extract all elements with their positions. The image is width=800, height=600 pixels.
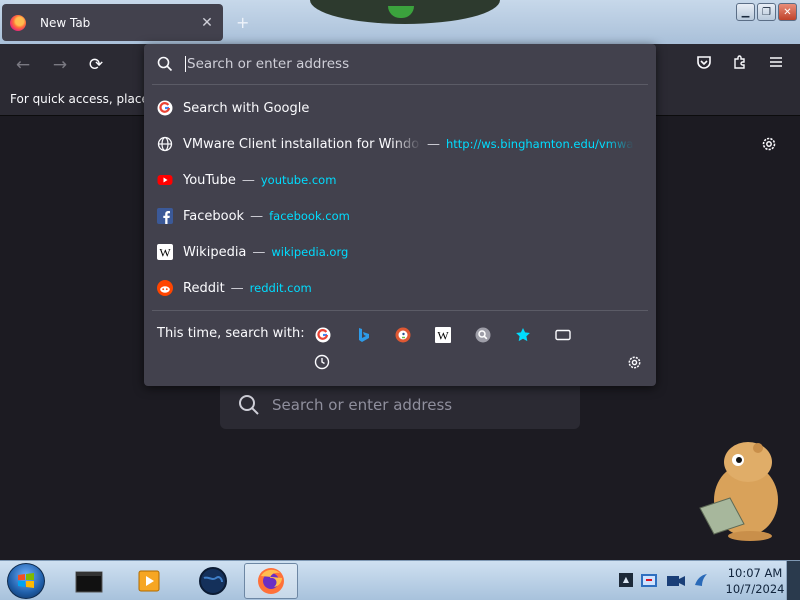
wikipedia-icon: W [157,244,173,260]
result-title: Search with Google [183,100,310,116]
windows-logo-icon [18,573,34,588]
svg-text:W: W [159,246,171,260]
content-search-placeholder: Search or enter address [272,395,453,414]
firefox-icon [258,568,284,594]
wallpaper-decoration [310,0,500,24]
taskbar-app-terminal[interactable] [62,563,116,599]
result-title: Wikipedia [183,244,247,260]
extensions-button[interactable] [729,54,751,76]
back-button[interactable]: ← [12,54,34,76]
result-title: YouTube [183,172,236,188]
new-tab-button[interactable]: + [236,13,249,32]
result-search-google[interactable]: Search with Google [144,90,656,126]
search-engine-icon[interactable] [474,326,492,344]
clock-time: 10:07 AM [727,566,783,580]
taskbar-empty-area [300,563,616,599]
wikipedia-icon[interactable]: W [434,326,452,344]
result-dash: — [252,244,266,260]
close-tab-icon[interactable]: ✕ [199,15,215,31]
network-icon[interactable] [640,571,658,591]
text-caret [185,56,186,72]
close-window-button[interactable]: ✕ [778,3,797,21]
taskbar-app-firefox[interactable] [244,563,298,599]
restore-button[interactable]: ❐ [757,3,776,21]
pocket-button[interactable] [693,54,715,76]
menu-button[interactable] [765,54,787,76]
tab-new-tab[interactable]: New Tab ✕ [2,4,223,41]
result-dash: — [250,208,264,224]
content-search-box[interactable]: Search or enter address [220,380,580,429]
tab-title: New Tab [40,15,91,30]
window-controls: ▁ ❐ ✕ [736,3,797,21]
system-tray: ▲ 10:07 AM 10/7/2024 [616,561,800,600]
result-vmware[interactable]: VMware Client installation for Windows —… [144,126,656,162]
bing-icon[interactable] [354,326,372,344]
divider [152,310,648,311]
bookmarks-hint: For quick access, place your bookmarks h… [10,92,146,106]
result-url: facebook.com [269,209,350,223]
show-desktop-button[interactable] [786,561,800,600]
reddit-icon [157,280,173,296]
google-icon [157,100,173,116]
history-icon[interactable] [314,354,330,370]
result-url: wikipedia.org [271,245,349,259]
result-wikipedia[interactable]: W Wikipedia — wikipedia.org [144,234,656,270]
globe-icon [157,136,173,152]
result-dash: — [427,136,440,152]
one-off-engines: W [144,326,656,344]
result-dash: — [230,280,244,296]
hamburger-menu-icon [770,57,782,67]
google-icon[interactable] [314,326,332,344]
decoration-shape [388,6,414,18]
youtube-icon [157,172,173,188]
result-url: http://ws.binghamton.edu/vmware [446,137,634,151]
address-bar-placeholder: Search or enter address [187,56,350,72]
terminal-icon [75,571,103,593]
facebook-icon [157,208,173,224]
result-title: VMware Client installation for Windows [183,136,421,152]
sync-icon[interactable] [692,571,710,591]
result-title: Reddit [183,280,225,296]
forward-button[interactable]: → [49,54,71,76]
start-button[interactable] [7,563,45,599]
svg-text:W: W [437,329,449,343]
search-settings-gear-icon[interactable] [626,354,643,371]
globe-app-icon [199,567,227,595]
search-icon [239,394,259,415]
hamster-sticker-image [699,442,778,541]
search-icon [157,56,173,72]
taskbar: ▲ 10:07 AM 10/7/2024 [0,560,800,600]
reload-button[interactable]: ⟳ [85,54,107,76]
clock-date: 10/7/2024 [725,582,785,596]
address-bar[interactable]: Search or enter address [144,44,656,84]
duckduckgo-icon[interactable] [394,326,412,344]
result-facebook[interactable]: Facebook — facebook.com [144,198,656,234]
divider [152,84,648,85]
clock[interactable]: 10:07 AM 10/7/2024 [720,565,790,597]
pocket-icon [697,56,711,69]
media-player-icon [138,570,160,592]
show-hidden-icons-icon[interactable]: ▲ [619,573,633,587]
customize-gear-icon[interactable] [760,135,778,153]
bookmarks-icon[interactable] [514,326,532,344]
taskbar-app-globe[interactable] [186,563,240,599]
puzzle-icon [734,55,745,69]
result-youtube[interactable]: YouTube — youtube.com [144,162,656,198]
video-camera-icon[interactable] [666,571,685,591]
taskbar-app-media-player[interactable] [122,563,176,599]
result-title: Facebook [183,208,245,224]
result-url: reddit.com [249,281,312,295]
firefox-icon [10,14,26,31]
result-dash: — [241,172,255,188]
tabs-icon[interactable] [554,326,572,344]
result-url: youtube.com [260,173,337,187]
urlbar-dropdown: Search or enter address Search with Goog… [144,44,656,386]
result-reddit[interactable]: Reddit — reddit.com [144,270,656,306]
title-bar: New Tab ✕ + ▁ ❐ ✕ [0,0,800,44]
minimize-button[interactable]: ▁ [736,3,755,21]
